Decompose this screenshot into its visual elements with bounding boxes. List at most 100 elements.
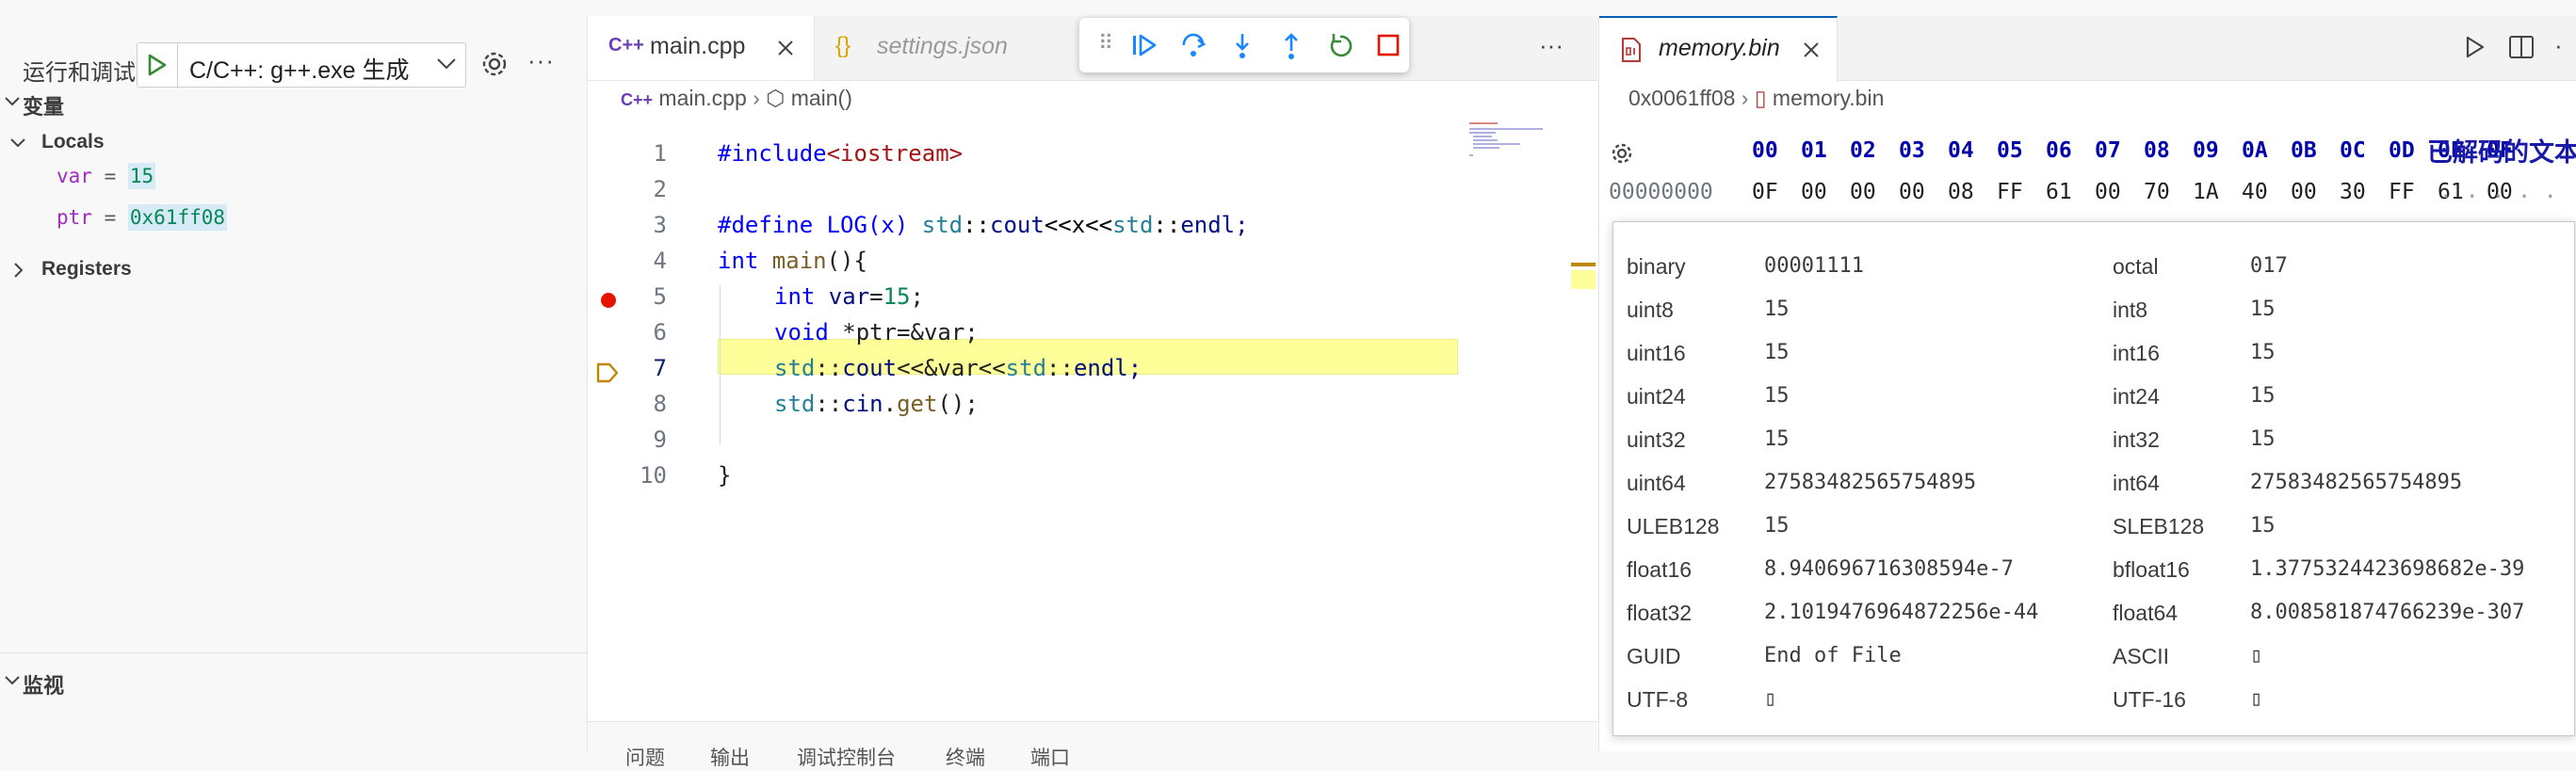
inspector-value[interactable]: 15 (2250, 297, 2276, 321)
tab-settings-json[interactable]: {} settings.json (815, 16, 1022, 80)
inspector-value[interactable]: 15 (1764, 384, 1790, 408)
inspector-value[interactable]: 15 (2250, 341, 2276, 364)
split-editor-icon[interactable] (2508, 35, 2535, 59)
inspector-value[interactable]: 15 (1764, 427, 1790, 451)
inspector-value[interactable]: 27583482565754895 (2250, 471, 2462, 494)
inspector-key: uint64 (1627, 471, 1686, 495)
inspector-key: float16 (1627, 557, 1693, 582)
inspector-value[interactable]: 00001111 (1764, 254, 1864, 278)
inspector-value[interactable]: 8.008581874766239e-307 (2250, 601, 2524, 624)
tab-main-cpp[interactable]: C++ main.cpp (588, 16, 815, 80)
inspector-value[interactable]: 15 (1764, 514, 1790, 538)
breadcrumb-symbol[interactable]: main() (791, 86, 852, 110)
watch-section-header[interactable]: 监视 (0, 663, 587, 700)
tab-output[interactable]: 输出 (710, 743, 750, 771)
inspector-value[interactable]: 15 (2250, 514, 2276, 538)
inspector-key: bfloat16 (2113, 557, 2190, 582)
restart-icon[interactable] (1326, 32, 1354, 60)
run-icon[interactable] (2463, 35, 2486, 59)
inspector-value[interactable]: 15 (2250, 427, 2276, 451)
breadcrumb-file[interactable]: main.cpp (658, 86, 746, 110)
hex-column-label: 0C (2340, 138, 2366, 163)
more-actions-icon[interactable]: ··· (527, 46, 555, 75)
tab-ports[interactable]: 端口 (1030, 743, 1070, 771)
inspector-value[interactable]: 15 (2250, 384, 2276, 408)
breadcrumb-address[interactable]: 0x0061ff08 (1628, 86, 1735, 110)
hex-byte[interactable]: 08 (1948, 180, 1974, 204)
inspector-key: binary (1627, 254, 1686, 279)
hex-byte[interactable]: 70 (2144, 180, 2170, 204)
code-line-10[interactable]: } (718, 462, 731, 489)
tab-label: memory.bin (1659, 35, 1780, 61)
breakpoint-icon[interactable] (599, 291, 618, 310)
code-editor: C++ main.cpp {} settings.json ⠿ ··· C++ … (588, 16, 1597, 751)
inspector-value[interactable]: 15 (1764, 297, 1790, 321)
inspector-value[interactable]: ▯ (1764, 687, 1776, 711)
tab-label: settings.json (877, 33, 1008, 59)
variable-value[interactable]: 0x61ff08 (127, 204, 228, 231)
hex-byte[interactable]: FF (1997, 180, 2023, 204)
hex-byte[interactable]: 00 (1899, 180, 1925, 204)
inspector-value[interactable]: 2.1019476964872256e-44 (1764, 601, 2038, 624)
code-line-7[interactable]: std::cout<<&var<<std::endl; (774, 355, 1142, 381)
hex-byte[interactable]: 00 (1801, 180, 1827, 204)
code-line-3[interactable]: #define LOG(x) std::cout<<x<<std::endl; (718, 212, 1249, 238)
code-line-6[interactable]: void *ptr=&var; (774, 319, 979, 345)
hex-byte[interactable]: 40 (2242, 180, 2268, 204)
gear-icon[interactable] (478, 48, 510, 80)
hex-byte[interactable]: FF (2389, 180, 2415, 204)
code-line-4[interactable]: int main(){ (718, 248, 867, 274)
variable-row-var[interactable]: var = 15 (57, 163, 527, 202)
line-number: 1 (653, 140, 667, 167)
code-line-1[interactable]: #include<iostream> (718, 140, 963, 167)
step-out-icon[interactable] (1277, 32, 1305, 60)
step-over-icon[interactable] (1179, 32, 1207, 58)
breadcrumb-file[interactable]: memory.bin (1773, 86, 1884, 110)
stop-icon[interactable] (1375, 32, 1401, 58)
variable-row-ptr[interactable]: ptr = 0x61ff08 (57, 204, 527, 244)
continue-icon[interactable] (1130, 32, 1158, 58)
hex-byte[interactable]: 00 (2291, 180, 2317, 204)
close-icon[interactable] (1802, 40, 1821, 59)
inspector-value[interactable]: 27583482565754895 (1764, 471, 1976, 494)
launch-config-select[interactable]: C/C++: g++.exe 生成 (137, 42, 466, 88)
variables-section-header[interactable]: 变量 (0, 84, 587, 121)
inspector-value[interactable]: End of File (1764, 644, 1902, 667)
start-debugging-button[interactable] (138, 43, 178, 87)
current-statement-arrow-icon (596, 362, 619, 383)
settings-gear-icon[interactable] (1609, 140, 1635, 167)
hex-byte[interactable]: 61 (2046, 180, 2072, 204)
registers-scope[interactable]: Registers (9, 251, 575, 289)
hex-byte[interactable]: 00 (2095, 180, 2121, 204)
inspector-value[interactable]: ▯ (2250, 687, 2262, 711)
inspector-value[interactable]: 1.3775324423698682e-39 (2250, 557, 2524, 581)
hex-more-actions-icon[interactable]: · (2554, 31, 2563, 60)
code-line-5[interactable]: int var=15; (774, 283, 924, 310)
tab-terminal[interactable]: 终端 (946, 743, 985, 771)
inspector-key: float32 (1627, 601, 1693, 625)
code-line-8[interactable]: std::cin.get(); (774, 391, 979, 417)
hex-byte[interactable]: 00 (1850, 180, 1876, 204)
hex-byte[interactable]: 0F (1752, 180, 1778, 204)
tab-problems[interactable]: 问题 (625, 743, 665, 771)
inspector-value[interactable]: 017 (2250, 254, 2288, 278)
editor-more-actions-icon[interactable]: ··· (1539, 31, 1563, 60)
variable-value[interactable]: 15 (127, 163, 156, 189)
line-number: 4 (653, 248, 667, 274)
hex-column-label: 0A (2242, 138, 2268, 163)
tab-debug-console[interactable]: 调试控制台 (797, 743, 896, 771)
hex-byte[interactable]: 30 (2340, 180, 2366, 204)
editor-breadcrumb: C++ main.cpp › ⬡ main() (621, 86, 852, 111)
inspector-value[interactable]: 15 (1764, 341, 1790, 364)
locals-scope[interactable]: Locals (9, 124, 575, 162)
inspector-value[interactable]: 8.940696716308594e-7 (1764, 557, 2014, 581)
drag-handle-icon[interactable]: ⠿ (1098, 31, 1113, 56)
hex-byte[interactable]: 1A (2193, 180, 2219, 204)
step-into-icon[interactable] (1228, 32, 1256, 60)
hex-column-label: 02 (1850, 138, 1876, 163)
close-icon[interactable] (776, 39, 795, 57)
inspector-value[interactable]: ▯ (2250, 644, 2262, 667)
minimap[interactable] (1464, 120, 1558, 177)
tab-memory-bin[interactable]: memory.bin (1599, 16, 1838, 82)
inspector-key: ASCII (2113, 644, 2170, 668)
